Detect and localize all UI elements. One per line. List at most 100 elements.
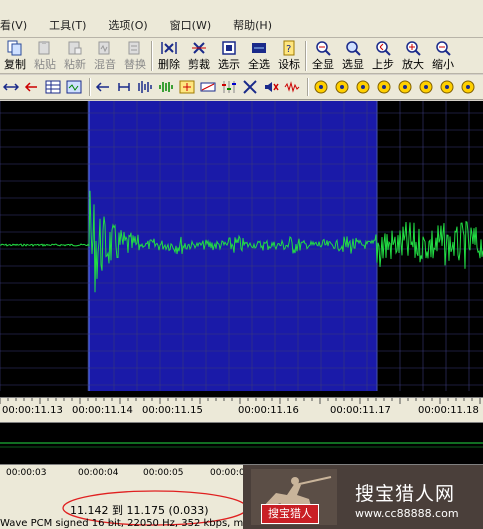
audio-format: Wave PCM signed 16 bit, 22050 Hz, 352 kb… bbox=[0, 518, 262, 529]
watermark: 搜宝猎人 搜宝猎人网 www.cc88888.com bbox=[243, 465, 483, 529]
menu-options[interactable]: 选项(O) bbox=[102, 17, 153, 35]
effect-button[interactable] bbox=[220, 77, 238, 97]
select-all-label: 全选 bbox=[248, 58, 270, 71]
effect-button[interactable] bbox=[115, 77, 133, 97]
ball-icon bbox=[356, 80, 370, 94]
ball-icon bbox=[377, 80, 391, 94]
effect-button[interactable] bbox=[333, 77, 351, 97]
effect-button[interactable] bbox=[262, 77, 280, 97]
mix-paste-icon bbox=[98, 41, 110, 55]
zoom-all-icon bbox=[316, 41, 331, 56]
delete-icon bbox=[161, 42, 177, 54]
trim-label: 剪裁 bbox=[188, 58, 210, 71]
effect-button[interactable] bbox=[44, 77, 62, 97]
menu-tools[interactable]: 工具(T) bbox=[43, 17, 92, 35]
effect-button[interactable] bbox=[136, 77, 154, 97]
menu-window[interactable]: 窗口(W) bbox=[164, 17, 217, 35]
paste-new-button[interactable]: 粘新 bbox=[60, 38, 90, 74]
zoom-in-label: 放大 bbox=[402, 58, 424, 71]
menu-help[interactable]: 帮助(H) bbox=[227, 17, 278, 35]
zoom-out-button[interactable]: 缩小 bbox=[428, 38, 458, 74]
overview-canvas bbox=[0, 442, 483, 448]
hunter-logo: 搜宝猎人 bbox=[251, 469, 337, 525]
paste-new-label: 粘新 bbox=[64, 58, 86, 71]
copy-label: 复制 bbox=[4, 58, 26, 71]
select-view-label: 选示 bbox=[218, 58, 240, 71]
table-icon bbox=[45, 80, 61, 94]
reverse-icon bbox=[24, 82, 37, 92]
overview-tick-label: 00:00:05 bbox=[143, 468, 184, 478]
zoom-in-icon bbox=[406, 41, 421, 56]
effect-button[interactable] bbox=[459, 77, 477, 97]
set-marker-icon: ? bbox=[283, 40, 295, 56]
zoom-previous-button[interactable]: 上步 bbox=[368, 38, 398, 74]
delete-label: 删除 bbox=[158, 58, 180, 71]
select-view-icon bbox=[222, 41, 236, 55]
copy-icon bbox=[7, 40, 22, 56]
select-all-icon bbox=[252, 43, 266, 53]
zoom-in-button[interactable]: 放大 bbox=[398, 38, 428, 74]
select-view-button[interactable]: 选示 bbox=[214, 38, 244, 74]
trim-icon bbox=[192, 42, 206, 54]
ball-icon bbox=[335, 80, 349, 94]
trim-button[interactable]: 剪裁 bbox=[184, 38, 214, 74]
effect-button[interactable] bbox=[241, 77, 259, 97]
effect-button[interactable] bbox=[2, 77, 20, 97]
effect-button[interactable] bbox=[438, 77, 456, 97]
watermark-badge: 搜宝猎人 bbox=[261, 504, 319, 524]
ruler-tick-label: 00:00:11.17 bbox=[330, 405, 391, 416]
effect-button[interactable] bbox=[417, 77, 435, 97]
selection-end: 11.175 (0.033) bbox=[126, 504, 209, 517]
delete-button[interactable]: 删除 bbox=[154, 38, 184, 74]
selection-range: 11.142 到 11.175 (0.033) bbox=[70, 502, 209, 518]
zoom-out-label: 缩小 bbox=[432, 58, 454, 71]
effect-button[interactable] bbox=[396, 77, 414, 97]
effect-button[interactable] bbox=[283, 77, 301, 97]
effect-button[interactable] bbox=[199, 77, 217, 97]
toolbar-separator bbox=[151, 41, 153, 71]
waveform-icon bbox=[138, 81, 152, 93]
selection-to: 到 bbox=[112, 504, 123, 517]
paste-button[interactable]: 粘贴 bbox=[30, 38, 60, 74]
set-marker-button[interactable]: ? 设标 bbox=[274, 38, 304, 74]
effect-button[interactable] bbox=[94, 77, 112, 97]
paste-label: 粘贴 bbox=[34, 58, 56, 71]
equalizer-icon bbox=[222, 81, 236, 93]
overview-tick-label: 00:00:03 bbox=[6, 468, 47, 478]
svg-text:?: ? bbox=[286, 44, 291, 55]
effect-button[interactable] bbox=[354, 77, 372, 97]
edit-toolbar: 复制 粘贴 粘新 混音 替换 删除 剪裁 选示 全选 ? 设标 全显 选显 上步… bbox=[0, 38, 483, 74]
select-all-button[interactable]: 全选 bbox=[244, 38, 274, 74]
effect-button[interactable] bbox=[375, 77, 393, 97]
effect-button[interactable] bbox=[65, 77, 83, 97]
toolbar-separator bbox=[307, 78, 309, 96]
zoom-selection-button[interactable]: 选显 bbox=[338, 38, 368, 74]
overview-tick-label: 00:00:04 bbox=[78, 468, 119, 478]
time-ruler[interactable]: 00:00:11.13 00:00:11.14 00:00:11.15 00:0… bbox=[0, 397, 483, 422]
ball-icon bbox=[461, 80, 475, 94]
toolbar-separator bbox=[89, 78, 91, 96]
replace-label: 替换 bbox=[124, 58, 146, 71]
noise-icon bbox=[284, 81, 300, 93]
overview-strip[interactable] bbox=[0, 422, 483, 464]
effect-button[interactable] bbox=[157, 77, 175, 97]
ball-icon bbox=[314, 80, 328, 94]
zoom-selection-icon bbox=[346, 41, 361, 56]
replace-button[interactable]: 替换 bbox=[120, 38, 150, 74]
selection-start: 11.142 bbox=[70, 504, 109, 517]
mix-paste-label: 混音 bbox=[94, 58, 116, 71]
effect-button[interactable] bbox=[312, 77, 330, 97]
toolbar-separator bbox=[305, 41, 307, 71]
waveform-view[interactable] bbox=[0, 101, 483, 397]
arrow-left-icon bbox=[95, 82, 109, 92]
zoom-all-button[interactable]: 全显 bbox=[308, 38, 338, 74]
menu-view[interactable]: 看(V) bbox=[0, 17, 33, 35]
tools-icon bbox=[243, 80, 257, 94]
mix-paste-button[interactable]: 混音 bbox=[90, 38, 120, 74]
effect-button[interactable] bbox=[178, 77, 196, 97]
effects-toolbar bbox=[0, 75, 483, 100]
zoom-previous-icon bbox=[376, 41, 391, 56]
waveform-canvas bbox=[0, 101, 483, 397]
copy-button[interactable]: 复制 bbox=[0, 38, 30, 74]
effect-button[interactable] bbox=[23, 77, 41, 97]
